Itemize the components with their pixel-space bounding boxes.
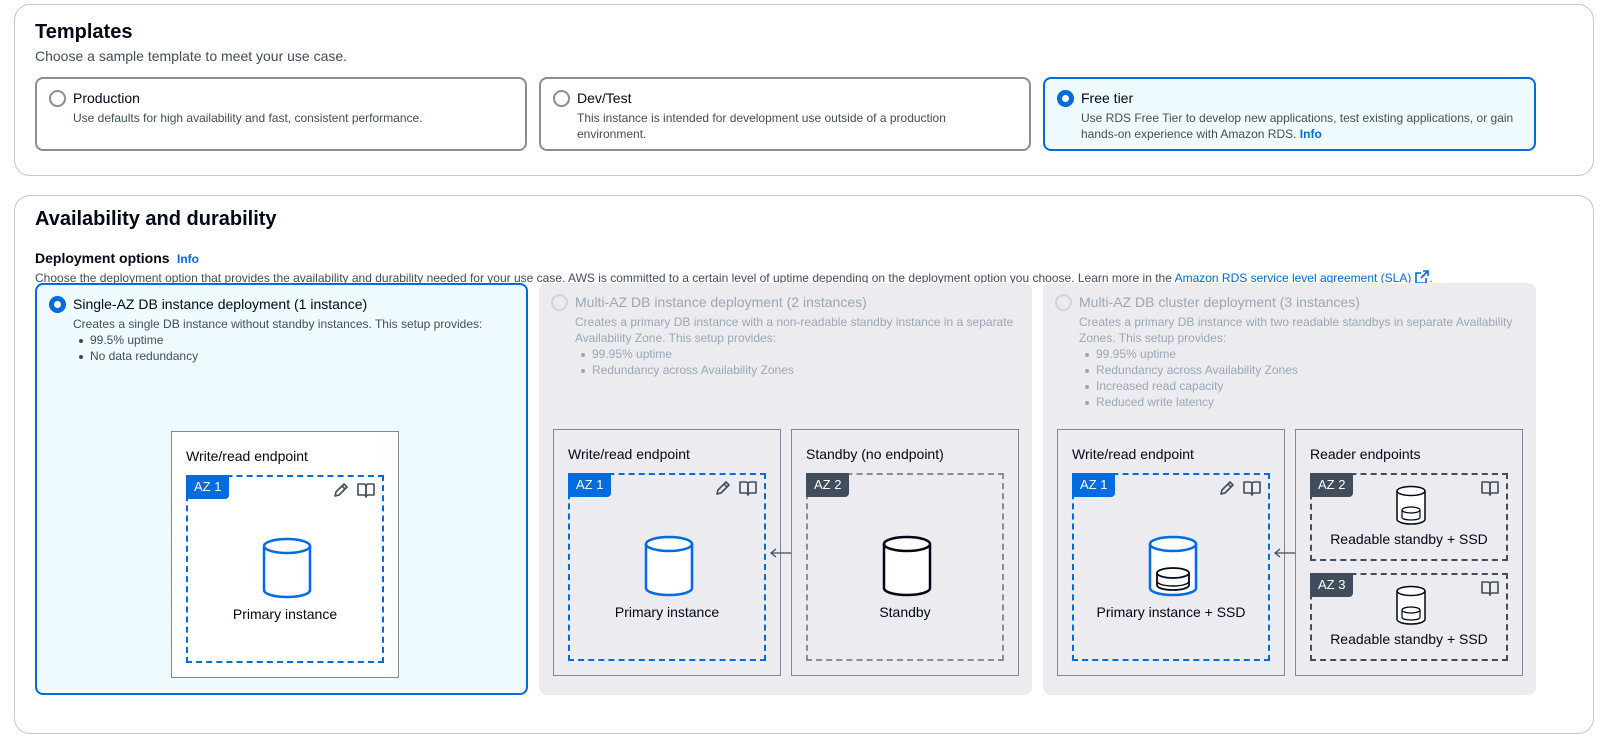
multi-az-instance-description: Creates a primary DB instance with a non…	[575, 315, 1014, 345]
multi-instance-az1-box: AZ 1 Primary instance	[568, 473, 766, 661]
templates-panel: Templates Choose a sample template to me…	[14, 4, 1594, 176]
deployment-multi-az-instance[interactable]: Multi-AZ DB instance deployment (2 insta…	[539, 283, 1032, 695]
multi-instance-primary-label: Primary instance	[614, 604, 720, 620]
radio-single-az[interactable]	[49, 296, 66, 313]
multi-instance-az1-badge: AZ 1	[568, 473, 612, 497]
multi-instance-standby-box: Standby (no endpoint) AZ 2 Standby	[791, 429, 1019, 676]
multi-az-instance-label: Multi-AZ DB instance deployment (2 insta…	[575, 294, 867, 310]
template-free-tier-description-wrap: Use RDS Free Tier to develop new applica…	[1081, 110, 1531, 142]
radio-devtest[interactable]	[553, 90, 570, 107]
single-endpoint-title: Write/read endpoint	[186, 448, 308, 464]
multi-instance-az2-badge: AZ 2	[806, 473, 850, 497]
template-devtest-label: Dev/Test	[577, 90, 632, 106]
book-icon	[1481, 481, 1499, 496]
book-icon	[1243, 481, 1261, 496]
template-free-tier[interactable]: Free tier Use RDS Free Tier to develop n…	[1043, 77, 1536, 151]
radio-production[interactable]	[49, 90, 66, 107]
template-production[interactable]: Production Use defaults for high availab…	[35, 77, 527, 151]
multi-az-instance-description-wrap: Creates a primary DB instance with a non…	[575, 314, 1025, 378]
radio-free-tier[interactable]	[1057, 90, 1074, 107]
multi-az-instance-bullet: Redundancy across Availability Zones	[581, 362, 1025, 378]
templates-title: Templates	[35, 21, 133, 43]
template-free-tier-description: Use RDS Free Tier to develop new applica…	[1081, 111, 1514, 141]
template-devtest-description: This instance is intended for developmen…	[577, 111, 946, 141]
book-icon	[739, 481, 757, 496]
single-az-bullet: No data redundancy	[79, 348, 513, 364]
single-az-description: Creates a single DB instance without sta…	[73, 317, 483, 331]
cluster-az3-box: AZ 3 Readable standby + SSD	[1310, 573, 1508, 661]
template-production-description: Use defaults for high availability and f…	[73, 111, 423, 125]
multi-az-instance-bullet: 99.95% uptime	[581, 346, 1025, 362]
cluster-endpoint-box: Write/read endpoint AZ 1 Primary instanc…	[1057, 429, 1285, 676]
multi-az-cluster-bullet: Increased read capacity	[1085, 378, 1529, 394]
multi-instance-endpoint-box: Write/read endpoint AZ 1 Primary instanc…	[553, 429, 781, 676]
single-az-label: Single-AZ DB instance deployment (1 inst…	[73, 296, 368, 312]
cluster-endpoint-title: Write/read endpoint	[1072, 446, 1194, 462]
edit-pencil-icon	[716, 481, 730, 495]
database-cylinder-icon	[882, 535, 932, 597]
multi-instance-az2-box: AZ 2 Standby	[806, 473, 1004, 661]
edit-pencil-icon	[1220, 481, 1234, 495]
availability-panel: Availability and durability Deployment o…	[14, 195, 1594, 734]
single-az1-badge: AZ 1	[186, 475, 230, 499]
availability-title: Availability and durability	[35, 208, 277, 230]
book-icon	[1481, 581, 1499, 596]
multi-az-cluster-bullet: Redundancy across Availability Zones	[1085, 362, 1529, 378]
multi-instance-standby-title: Standby (no endpoint)	[806, 446, 944, 462]
multi-az-cluster-bullet: Reduced write latency	[1085, 394, 1529, 410]
template-free-tier-label: Free tier	[1081, 90, 1134, 106]
single-primary-label: Primary instance	[232, 606, 338, 622]
radio-multi-az-instance[interactable]	[551, 294, 568, 311]
deployment-info-link[interactable]: Info	[177, 252, 199, 266]
multi-az-cluster-label: Multi-AZ DB cluster deployment (3 instan…	[1079, 294, 1360, 310]
cluster-readable2-label: Readable standby + SSD	[1330, 631, 1488, 647]
multi-instance-standby-label: Standby	[879, 604, 931, 620]
cluster-az1-badge: AZ 1	[1072, 473, 1116, 497]
database-ssd-icon	[1148, 535, 1198, 597]
multi-az-cluster-bullet: 99.95% uptime	[1085, 346, 1529, 362]
single-az1-box: AZ 1 Primary instance	[186, 475, 384, 663]
free-tier-info-link[interactable]: Info	[1300, 127, 1322, 141]
edit-pencil-icon	[334, 483, 348, 497]
template-production-label: Production	[73, 90, 140, 106]
book-icon	[357, 483, 375, 498]
single-endpoint-box: Write/read endpoint AZ 1 Primary instanc…	[171, 431, 399, 678]
multi-az-cluster-description: Creates a primary DB instance with two r…	[1079, 315, 1513, 345]
readable-standby-ssd-icon	[1396, 485, 1426, 525]
readable-standby-ssd-icon	[1396, 585, 1426, 625]
cluster-az1-box: AZ 1 Primary instance + SSD	[1072, 473, 1270, 661]
cluster-readable1-label: Readable standby + SSD	[1330, 531, 1488, 547]
cluster-reader-title: Reader endpoints	[1310, 446, 1421, 462]
cluster-az2-box: AZ 2 Readable standby + SSD	[1310, 473, 1508, 561]
single-az-description-wrap: Creates a single DB instance without sta…	[73, 316, 513, 364]
deployment-single-az[interactable]: Single-AZ DB instance deployment (1 inst…	[35, 283, 528, 695]
deployment-options-label: Deployment options	[35, 250, 170, 266]
cluster-az3-badge: AZ 3	[1310, 573, 1354, 597]
template-devtest[interactable]: Dev/Test This instance is intended for d…	[539, 77, 1031, 151]
database-cylinder-icon	[644, 535, 694, 597]
database-cylinder-icon	[262, 537, 312, 599]
multi-az-cluster-description-wrap: Creates a primary DB instance with two r…	[1079, 314, 1529, 410]
cluster-az2-badge: AZ 2	[1310, 473, 1354, 497]
cluster-reader-box: Reader endpoints AZ 2 Readable standby +…	[1295, 429, 1523, 676]
templates-description: Choose a sample template to meet your us…	[35, 48, 348, 64]
radio-multi-az-cluster[interactable]	[1055, 294, 1072, 311]
single-az-bullet: 99.5% uptime	[79, 332, 513, 348]
external-link-icon	[1415, 270, 1430, 284]
cluster-primary-label: Primary instance + SSD	[1096, 604, 1246, 620]
deployment-multi-az-cluster[interactable]: Multi-AZ DB cluster deployment (3 instan…	[1043, 283, 1536, 695]
multi-instance-endpoint-title: Write/read endpoint	[568, 446, 690, 462]
